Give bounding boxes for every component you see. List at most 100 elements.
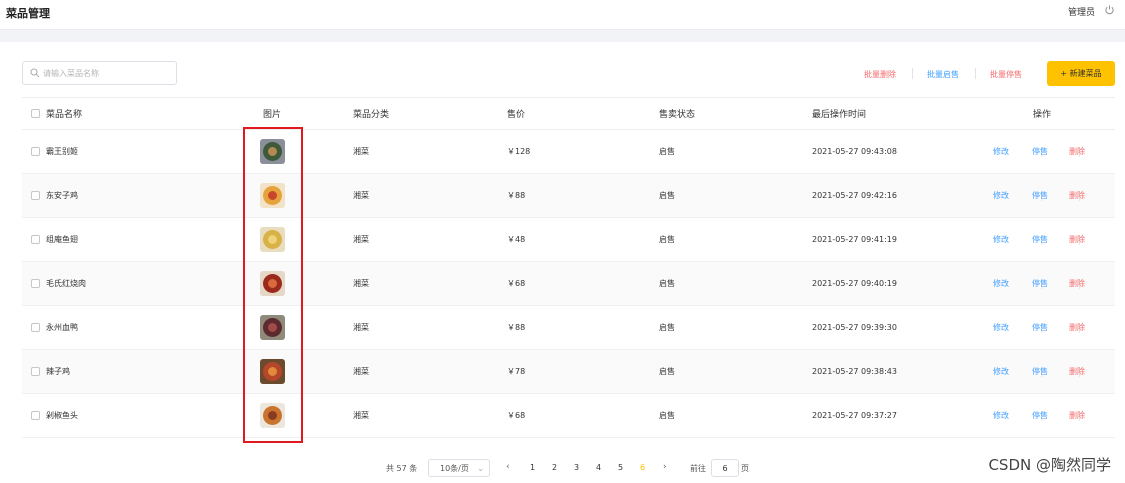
column-header-ops: 操作 bbox=[1032, 110, 1051, 120]
dish-category: 湘菜 bbox=[353, 411, 369, 420]
page-size-value: 10条/页 bbox=[440, 463, 469, 473]
dish-table: 菜品名称 图片 菜品分类 售价 售卖状态 最后操作时间 操作 霸王别姬 湘菜 ￥… bbox=[22, 97, 1115, 438]
power-icon[interactable] bbox=[1104, 4, 1115, 15]
select-all-checkbox[interactable] bbox=[31, 108, 40, 118]
dish-time: 2021-05-27 09:38:43 bbox=[812, 367, 897, 376]
page-number[interactable]: 2 bbox=[552, 463, 557, 472]
top-bar: 菜品管理 管理员 bbox=[0, 0, 1125, 30]
dish-status: 启售 bbox=[659, 191, 675, 200]
delete-link[interactable]: 删除 bbox=[1069, 174, 1085, 217]
table-row: 东安子鸡 湘菜 ￥88 启售 2021-05-27 09:42:16 修改 停售… bbox=[22, 174, 1115, 218]
dish-status: 启售 bbox=[659, 367, 675, 376]
dish-category: 湘菜 bbox=[353, 235, 369, 244]
pagination: 共 57 条 10条/页 ⌄ ‹ 1 2 3 4 5 6 › 前往 6 页 bbox=[0, 459, 1125, 477]
stop-sale-link[interactable]: 停售 bbox=[1032, 130, 1048, 173]
watermark: CSDN @陶然同学 bbox=[988, 456, 1111, 474]
page-size-select[interactable]: 10条/页 ⌄ bbox=[428, 459, 490, 477]
row-checkbox[interactable] bbox=[31, 410, 40, 420]
dish-price: ￥88 bbox=[507, 323, 526, 332]
dish-category: 湘菜 bbox=[353, 367, 369, 376]
delete-link[interactable]: 删除 bbox=[1069, 350, 1085, 393]
row-checkbox[interactable] bbox=[31, 146, 40, 156]
next-page-button[interactable]: › bbox=[663, 462, 667, 472]
dish-status: 启售 bbox=[659, 235, 675, 244]
table-header: 菜品名称 图片 菜品分类 售价 售卖状态 最后操作时间 操作 bbox=[22, 98, 1115, 130]
batch-disable-button[interactable]: 批量停售 bbox=[990, 69, 1022, 80]
admin-user-label[interactable]: 管理员 bbox=[1068, 5, 1095, 18]
pagination-total: 共 57 条 bbox=[386, 464, 418, 473]
table-row: 辣子鸡 湘菜 ￥78 启售 2021-05-27 09:38:43 修改 停售 … bbox=[22, 350, 1115, 394]
dish-time: 2021-05-27 09:43:08 bbox=[812, 147, 897, 156]
dish-name: 东安子鸡 bbox=[46, 191, 78, 200]
stop-sale-link[interactable]: 停售 bbox=[1032, 218, 1048, 261]
edit-link[interactable]: 修改 bbox=[993, 394, 1009, 437]
row-checkbox[interactable] bbox=[31, 190, 40, 200]
dish-name: 辣子鸡 bbox=[46, 367, 70, 376]
dish-price: ￥68 bbox=[507, 411, 526, 420]
page-number[interactable]: 5 bbox=[618, 463, 623, 472]
goto-label: 前往 bbox=[690, 464, 706, 473]
goto-page-input[interactable]: 6 bbox=[711, 459, 739, 477]
table-row: 组庵鱼翅 湘菜 ￥48 启售 2021-05-27 09:41:19 修改 停售… bbox=[22, 218, 1115, 262]
page-number[interactable]: 3 bbox=[574, 463, 579, 472]
dish-time: 2021-05-27 09:40:19 bbox=[812, 279, 897, 288]
image-column-highlight-box bbox=[243, 127, 303, 443]
table-row: 霸王别姬 湘菜 ￥128 启售 2021-05-27 09:43:08 修改 停… bbox=[22, 130, 1115, 174]
page-suffix: 页 bbox=[741, 464, 749, 473]
header-divider-band bbox=[0, 30, 1125, 42]
edit-link[interactable]: 修改 bbox=[993, 174, 1009, 217]
dish-name: 霸王别姬 bbox=[46, 147, 78, 156]
batch-enable-button[interactable]: 批量启售 bbox=[927, 69, 959, 80]
stop-sale-link[interactable]: 停售 bbox=[1032, 350, 1048, 393]
dish-status: 启售 bbox=[659, 323, 675, 332]
column-header-category: 菜品分类 bbox=[353, 110, 390, 120]
new-dish-button[interactable]: + 新建菜品 bbox=[1047, 61, 1115, 86]
delete-link[interactable]: 删除 bbox=[1069, 306, 1085, 349]
search-input[interactable]: 请输入菜品名称 bbox=[22, 61, 177, 85]
dish-time: 2021-05-27 09:41:19 bbox=[812, 235, 897, 244]
table-row: 剁椒鱼头 湘菜 ￥68 启售 2021-05-27 09:37:27 修改 停售… bbox=[22, 394, 1115, 438]
stop-sale-link[interactable]: 停售 bbox=[1032, 306, 1048, 349]
dish-price: ￥88 bbox=[507, 191, 526, 200]
prev-page-button[interactable]: ‹ bbox=[506, 462, 510, 472]
dish-name: 毛氏红烧肉 bbox=[46, 279, 86, 288]
dish-status: 启售 bbox=[659, 147, 675, 156]
dish-time: 2021-05-27 09:37:27 bbox=[812, 411, 897, 420]
delete-link[interactable]: 删除 bbox=[1069, 394, 1085, 437]
chevron-down-icon: ⌄ bbox=[477, 464, 484, 473]
row-checkbox[interactable] bbox=[31, 234, 40, 244]
row-checkbox[interactable] bbox=[31, 278, 40, 288]
delete-link[interactable]: 删除 bbox=[1069, 262, 1085, 305]
edit-link[interactable]: 修改 bbox=[993, 218, 1009, 261]
page-number[interactable]: 4 bbox=[596, 463, 601, 472]
dish-category: 湘菜 bbox=[353, 147, 369, 156]
table-row: 毛氏红烧肉 湘菜 ￥68 启售 2021-05-27 09:40:19 修改 停… bbox=[22, 262, 1115, 306]
dish-category: 湘菜 bbox=[353, 191, 369, 200]
dish-time: 2021-05-27 09:42:16 bbox=[812, 191, 897, 200]
dish-management-page: 菜品管理 管理员 请输入菜品名称 批量删除 批量启售 批量停售 + 新建菜品 菜… bbox=[0, 0, 1125, 483]
dish-price: ￥48 bbox=[507, 235, 526, 244]
edit-link[interactable]: 修改 bbox=[993, 350, 1009, 393]
page-number-current[interactable]: 6 bbox=[640, 463, 645, 472]
column-header-status: 售卖状态 bbox=[659, 110, 696, 120]
dish-category: 湘菜 bbox=[353, 279, 369, 288]
page-number[interactable]: 1 bbox=[530, 463, 535, 472]
dish-status: 启售 bbox=[659, 279, 675, 288]
row-checkbox[interactable] bbox=[31, 366, 40, 376]
delete-link[interactable]: 删除 bbox=[1069, 130, 1085, 173]
stop-sale-link[interactable]: 停售 bbox=[1032, 394, 1048, 437]
stop-sale-link[interactable]: 停售 bbox=[1032, 174, 1048, 217]
table-row: 永州血鸭 湘菜 ￥88 启售 2021-05-27 09:39:30 修改 停售… bbox=[22, 306, 1115, 350]
delete-link[interactable]: 删除 bbox=[1069, 218, 1085, 261]
batch-delete-button[interactable]: 批量删除 bbox=[864, 69, 896, 80]
dish-time: 2021-05-27 09:39:30 bbox=[812, 323, 897, 332]
column-header-price: 售价 bbox=[507, 110, 526, 120]
column-header-name: 菜品名称 bbox=[46, 110, 83, 120]
stop-sale-link[interactable]: 停售 bbox=[1032, 262, 1048, 305]
row-checkbox[interactable] bbox=[31, 322, 40, 332]
edit-link[interactable]: 修改 bbox=[993, 306, 1009, 349]
edit-link[interactable]: 修改 bbox=[993, 130, 1009, 173]
column-header-image: 图片 bbox=[262, 110, 281, 120]
dish-category: 湘菜 bbox=[353, 323, 369, 332]
edit-link[interactable]: 修改 bbox=[993, 262, 1009, 305]
